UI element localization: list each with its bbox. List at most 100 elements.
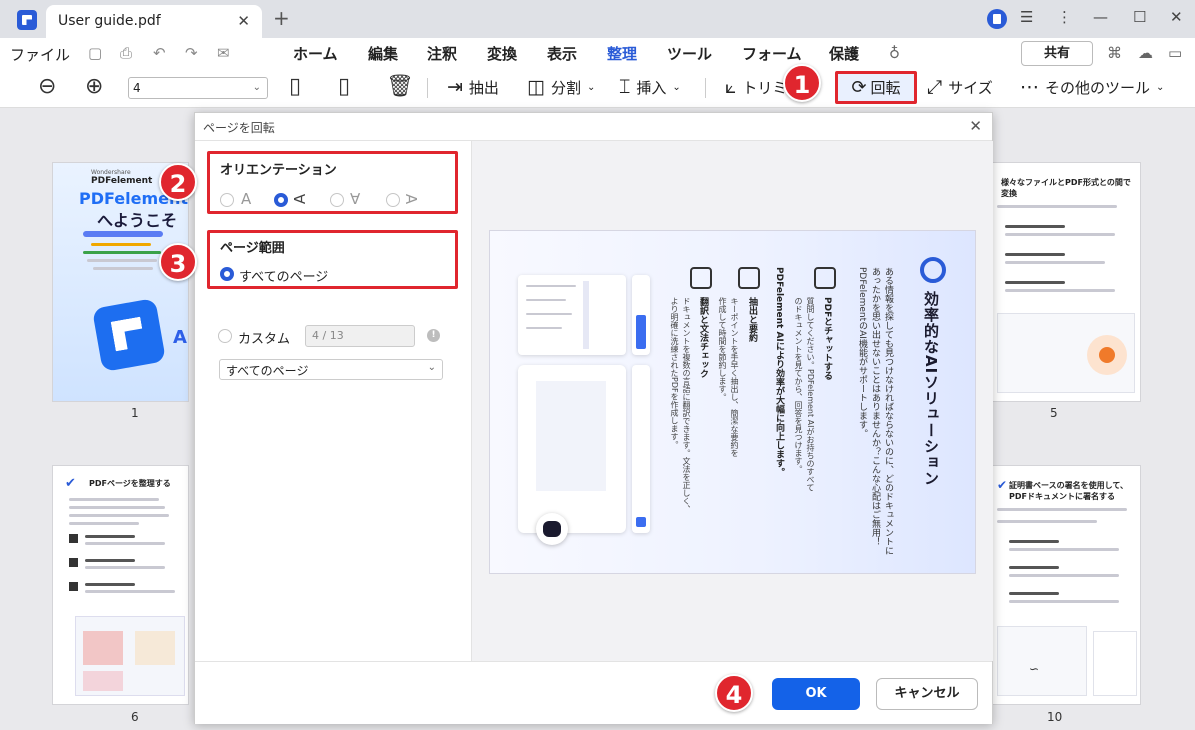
insert-label: 挿入 (636, 78, 667, 97)
feature4-text: ドキュメントを複数の言語に翻訳できます。文法を正しく、より明確に洗練されたPDF… (670, 297, 691, 513)
page-range-title: ページ範囲 (220, 241, 285, 256)
rotation-preview-panel: 効率的なAIソリューション ある情報を探しても見つけなければならないのに、どのド… (471, 141, 993, 661)
menu-forms[interactable]: フォーム (742, 43, 802, 64)
split-button[interactable]: ◫ 分割 ⌄ (527, 76, 595, 98)
step-badge-2: 2 (159, 163, 197, 201)
chevron-down-icon: ⌄ (252, 82, 261, 93)
print-icon[interactable]: ⎙ (120, 44, 132, 62)
page-size-button[interactable]: ⤢ サイズ (927, 76, 993, 98)
thumb-p5-title: 様々なファイルとPDF形式との間で変換 (1001, 178, 1131, 198)
menu-tools[interactable]: ツール (667, 43, 712, 64)
rotate-button[interactable]: ⟳ 回転 (835, 71, 917, 104)
split-label: 分割 (550, 78, 581, 97)
split-icon: ◫ (527, 76, 545, 98)
menu-home[interactable]: ホーム (293, 43, 338, 64)
ai-logo-icon (920, 257, 946, 283)
crop-label: トリミ (742, 78, 788, 97)
ok-button[interactable]: OK (772, 678, 860, 710)
feature2-title: PDFelement AIにより効率が大幅に向上します。 (774, 267, 784, 477)
check-circle-icon: ✔ (65, 476, 76, 491)
ai-assistant-avatar-icon (536, 513, 568, 545)
thumb-brand-small: Wondershare (91, 169, 131, 176)
signature-mark: ∽ (1029, 662, 1040, 676)
window-close-button[interactable]: ✕ (1170, 8, 1183, 26)
menu-view[interactable]: 表示 (547, 43, 577, 64)
new-tab-button[interactable]: + (273, 6, 290, 30)
redo-icon[interactable]: ↷ (185, 44, 198, 62)
all-pages-label: すべてのページ (239, 270, 329, 285)
insert-button[interactable]: ⌶ 挿入 ⌄ (619, 76, 681, 98)
preview-heading: 効率的なAIソリューション (922, 291, 940, 487)
preview-intro: ある情報を探しても見つけなければならないのに、どのドキュメントにあったかを思い出… (857, 267, 893, 555)
menu-convert[interactable]: 変換 (487, 43, 517, 64)
check-circle-icon: ✔ (997, 478, 1008, 492)
document-tab[interactable]: User guide.pdf ✕ (46, 5, 262, 38)
file-menu[interactable]: ファイル (10, 44, 70, 65)
orientation-90-icon: ∀ (290, 193, 309, 205)
network-icon[interactable]: ⌘ (1107, 44, 1122, 62)
thumb-brand: PDFelement (91, 176, 153, 186)
rotate-left-page-icon[interactable]: ▯ (289, 74, 301, 99)
zoom-in-icon[interactable]: ⊕ (85, 74, 103, 99)
translate-icon (690, 267, 712, 289)
email-icon[interactable]: ✉ (217, 44, 230, 62)
lightbulb-icon[interactable]: ♁ (889, 44, 900, 62)
document-tab-title: User guide.pdf (58, 13, 161, 29)
rotate-right-page-icon[interactable]: ▯ (338, 74, 350, 99)
orientation-radio-180[interactable] (330, 193, 344, 207)
page-number-select[interactable]: 4 ⌄ (128, 77, 268, 99)
pdfelement-logo-icon (17, 10, 37, 30)
more-options-icon[interactable]: ⋮ (1057, 8, 1072, 26)
feature3-title: 抽出と要約 (747, 297, 757, 342)
zoom-out-icon[interactable]: ⊖ (38, 74, 56, 99)
orientation-270-icon: ∀ (403, 193, 422, 205)
orientation-radio-0[interactable] (220, 193, 234, 207)
page-thumbnail-6[interactable]: ✔ PDFページを整理する (52, 465, 189, 705)
thumb-banner (83, 231, 163, 237)
page-preview: 効率的なAIソリューション ある情報を探しても見つけなければならないのに、どのド… (489, 230, 976, 574)
page-number-10: 10 (1047, 710, 1063, 724)
chevron-down-icon: ⌄ (672, 81, 681, 93)
page-thumbnail-5[interactable]: 様々なファイルとPDF形式との間で変換 (992, 162, 1141, 402)
page-thumbnail-10[interactable]: ✔ 証明書ベースの署名を使用して、PDFドキュメントに署名する ∽ (992, 465, 1141, 705)
orientation-radio-90[interactable] (274, 193, 288, 207)
page-subset-value: すべてのページ (226, 364, 309, 378)
custom-range-radio[interactable] (218, 329, 232, 343)
page-number-value: 4 (133, 81, 141, 95)
more-tools-label: その他のツール (1045, 78, 1151, 97)
extract-label: 抽出 (468, 78, 499, 97)
account-icon[interactable] (987, 9, 1007, 29)
page-number-1: 1 (131, 406, 139, 420)
step-badge-3: 3 (159, 243, 197, 281)
orientation-radio-270[interactable] (386, 193, 400, 207)
cloud-upload-icon[interactable]: ☁ (1138, 44, 1153, 62)
dialog-close-icon[interactable]: ✕ (969, 117, 982, 135)
menu-edit[interactable]: 編集 (368, 43, 398, 64)
tab-close-icon[interactable]: ✕ (237, 12, 250, 30)
custom-range-input[interactable]: 4 / 13 (305, 325, 415, 347)
extract-button[interactable]: ⇥ 抽出 (447, 76, 499, 98)
delete-icon[interactable]: 🗑 (386, 74, 414, 99)
cancel-button[interactable]: キャンセル (876, 678, 978, 710)
page-subset-select[interactable]: すべてのページ ⌄ (219, 359, 443, 380)
menu-protect[interactable]: 保護 (829, 43, 859, 64)
mockup-panel-top (518, 275, 626, 355)
more-tools-button[interactable]: ⋯ その他のツール ⌄ (1020, 76, 1164, 98)
menu-organize[interactable]: 整理 (604, 43, 640, 71)
share-button[interactable]: 共有 (1021, 41, 1093, 66)
feature4-title: 翻訳と文法チェック (698, 297, 708, 378)
rotate-label: 回転 (870, 79, 901, 97)
undo-icon[interactable]: ↶ (153, 44, 166, 62)
extract-icon: ⇥ (447, 76, 463, 98)
chevron-down-icon: ⌄ (1156, 81, 1165, 93)
save-icon[interactable]: ▢ (88, 44, 102, 62)
custom-range-label: カスタム (238, 332, 291, 347)
thumb-ai-mark: AI (173, 327, 188, 348)
panel-toggle-icon[interactable]: ▭ (1168, 44, 1182, 62)
minimize-button[interactable]: — (1093, 8, 1108, 26)
crop-button[interactable]: ⟀ トリミ (725, 76, 787, 98)
feedback-icon[interactable]: ☰ (1020, 8, 1033, 26)
maximize-button[interactable]: ☐ (1133, 8, 1146, 26)
all-pages-radio[interactable] (220, 267, 234, 281)
menu-annotate[interactable]: 注釈 (427, 43, 457, 64)
